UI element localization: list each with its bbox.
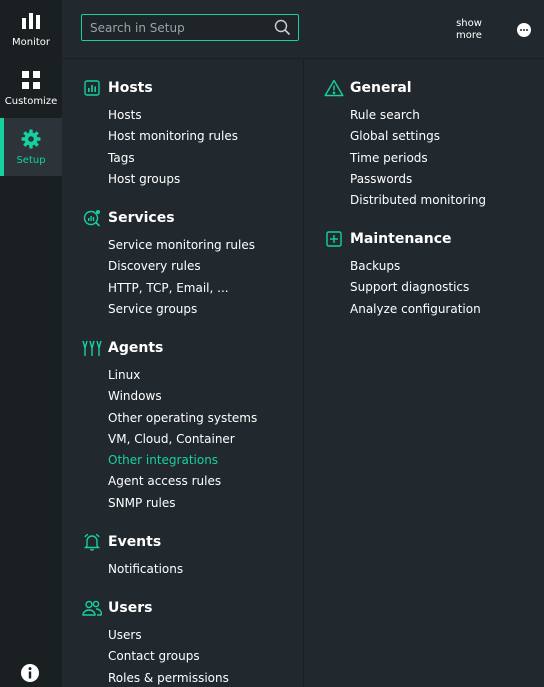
- menu-item-vm-cloud-container[interactable]: VM, Cloud, Container: [108, 429, 257, 450]
- menu-item-tags[interactable]: Tags: [108, 148, 238, 169]
- section-header: Hosts: [82, 79, 153, 97]
- section-items: Users Contact groups Roles & permissions: [108, 625, 229, 687]
- section-items: Backups Support diagnostics Analyze conf…: [350, 256, 481, 320]
- menu-item-discovery-rules[interactable]: Discovery rules: [108, 256, 255, 277]
- menu-item-notifications[interactable]: Notifications: [108, 559, 183, 580]
- menu-item-distributed-monitoring[interactable]: Distributed monitoring: [350, 190, 486, 211]
- section-items: Hosts Host monitoring rules Tags Host gr…: [108, 105, 238, 190]
- rail-item-monitor[interactable]: Monitor: [0, 0, 62, 58]
- section-title: Maintenance: [350, 231, 452, 247]
- menu-item-global-settings[interactable]: Global settings: [350, 126, 486, 147]
- section-title: General: [350, 80, 412, 96]
- rail-item-setup[interactable]: Setup: [0, 118, 62, 176]
- menu-item-time-periods[interactable]: Time periods: [350, 148, 486, 169]
- services-icon: [82, 209, 102, 227]
- menu-item-roles-permissions[interactable]: Roles & permissions: [108, 668, 229, 687]
- menu-item-users[interactable]: Users: [108, 625, 229, 646]
- menu-item-windows[interactable]: Windows: [108, 386, 257, 407]
- nav-rail: Monitor Customize Setup: [0, 0, 62, 687]
- menu-item-agent-access-rules[interactable]: Agent access rules: [108, 471, 257, 492]
- gear-icon: [20, 128, 42, 150]
- section-items: Service monitoring rules Discovery rules…: [108, 235, 255, 320]
- search-box: [81, 14, 299, 41]
- bar-chart-icon: [20, 10, 42, 32]
- agents-icon: [82, 339, 102, 357]
- section-title: Services: [108, 210, 175, 226]
- section-header: Users: [82, 599, 152, 617]
- menu-item-support-diagnostics[interactable]: Support diagnostics: [350, 277, 481, 298]
- menu-item-other-integrations[interactable]: Other integrations: [108, 450, 257, 471]
- more-horizontal-icon[interactable]: [517, 23, 531, 37]
- users-icon: [82, 599, 102, 617]
- setup-menu-panel: show more Hosts Hosts Host monitoring ru…: [62, 0, 544, 687]
- section-title: Events: [108, 534, 162, 550]
- section-header: General: [324, 79, 412, 97]
- menu-item-hosts[interactable]: Hosts: [108, 105, 238, 126]
- section-items: Linux Windows Other operating systems VM…: [108, 365, 257, 514]
- warning-icon: [324, 79, 344, 97]
- section-items: Notifications: [108, 559, 183, 580]
- rail-item-label: Customize: [4, 96, 58, 107]
- plus-square-icon: [324, 230, 344, 248]
- section-title: Users: [108, 600, 153, 616]
- menu-item-linux[interactable]: Linux: [108, 365, 257, 386]
- section-header: Services: [82, 209, 175, 227]
- bell-icon: [82, 533, 102, 551]
- menu-item-rule-search[interactable]: Rule search: [350, 105, 486, 126]
- section-title: Agents: [108, 340, 164, 356]
- setup-app: Monitor Customize Setup Search in Setup …: [0, 0, 544, 687]
- rail-item-customize[interactable]: Customize: [0, 59, 62, 117]
- search-input[interactable]: [90, 15, 270, 40]
- menu-item-service-groups[interactable]: Service groups: [108, 299, 255, 320]
- menu-item-passwords[interactable]: Passwords: [350, 169, 486, 190]
- rail-item-label: Monitor: [11, 37, 50, 48]
- menu-item-host-groups[interactable]: Host groups: [108, 169, 238, 190]
- rail-item-label: Setup: [16, 155, 46, 166]
- hosts-icon: [82, 79, 102, 97]
- menu-item-analyze-configuration[interactable]: Analyze configuration: [350, 299, 481, 320]
- menu-item-host-monitoring-rules[interactable]: Host monitoring rules: [108, 126, 238, 147]
- section-title: Hosts: [108, 80, 153, 96]
- menu-item-contact-groups[interactable]: Contact groups: [108, 646, 229, 667]
- show-more-button[interactable]: show more: [446, 18, 492, 42]
- menu-item-backups[interactable]: Backups: [350, 256, 481, 277]
- section-items: Rule search Global settings Time periods…: [350, 105, 486, 211]
- grid-icon: [20, 69, 42, 91]
- menu-item-service-monitoring-rules[interactable]: Service monitoring rules: [108, 235, 255, 256]
- setup-topbar: show more: [62, 0, 544, 59]
- section-header: Events: [82, 533, 161, 551]
- info-icon[interactable]: [20, 663, 40, 683]
- section-header: Agents: [82, 339, 163, 357]
- column-divider: [303, 59, 304, 687]
- menu-item-snmp-rules[interactable]: SNMP rules: [108, 493, 257, 514]
- menu-item-other-operating-systems[interactable]: Other operating systems: [108, 408, 257, 429]
- search-icon[interactable]: [274, 19, 291, 36]
- menu-item-http-tcp-email[interactable]: HTTP, TCP, Email, ...: [108, 278, 255, 299]
- section-header: Maintenance: [324, 230, 452, 248]
